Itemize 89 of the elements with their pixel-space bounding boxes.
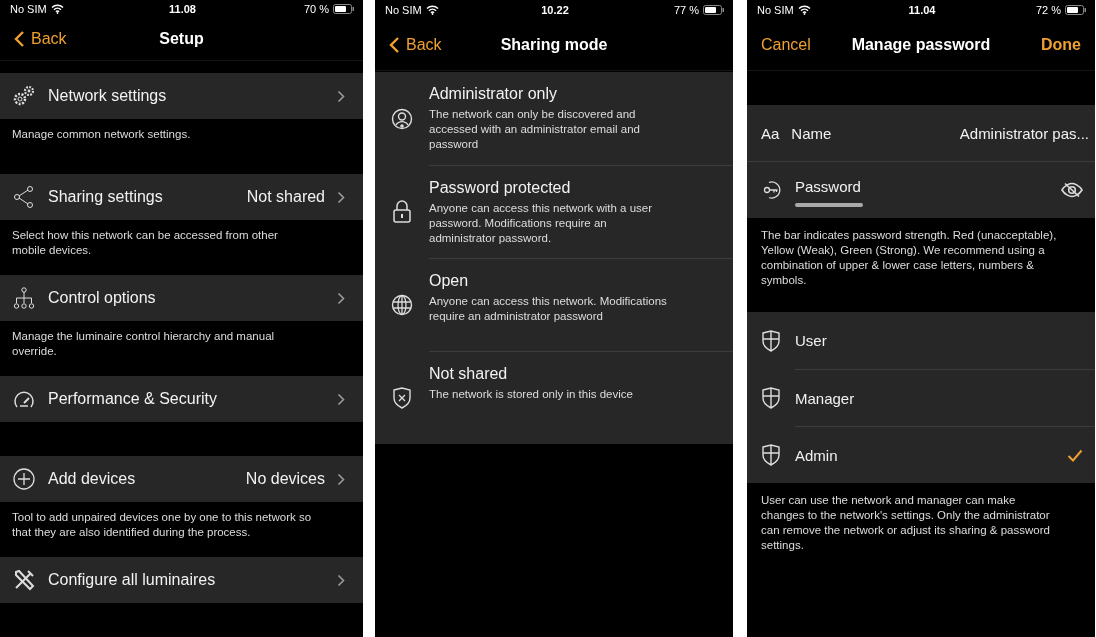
role-option[interactable]: Admin bbox=[747, 426, 1095, 483]
row-title: Network settings bbox=[48, 87, 168, 105]
settings-row[interactable]: Control options bbox=[0, 275, 363, 321]
settings-row[interactable]: Performance & Security bbox=[0, 376, 363, 422]
screen-title: Sharing mode bbox=[500, 36, 608, 54]
battery-icon bbox=[703, 5, 725, 15]
strength-bar bbox=[795, 202, 863, 207]
sharing-option[interactable]: Password protected Anyone can access this network with a user password. Modifications require an administrator password. bbox=[375, 165, 733, 258]
carrier-label: No SIM bbox=[385, 4, 422, 16]
strength-note: The bar indicates password strength. Red (unacceptable), Yellow (Weak), Green (Strong). We recommend using a combination of upper & lower case letters, numbers & symbols. bbox=[760, 228, 1058, 288]
option-description: The network is stored only in this device bbox=[429, 387, 634, 402]
row-value: Not shared bbox=[246, 188, 325, 206]
chevron-right-icon bbox=[337, 392, 345, 406]
carrier-label: No SIM bbox=[757, 4, 794, 16]
clock-time: 10.22 bbox=[541, 4, 569, 16]
wifi-icon bbox=[50, 3, 64, 14]
done-button[interactable]: Done bbox=[1005, 36, 1085, 54]
chevron-left-icon bbox=[14, 29, 25, 48]
cancel-button[interactable]: Cancel bbox=[757, 36, 837, 54]
share-icon bbox=[12, 185, 36, 209]
role-label: Manager bbox=[795, 389, 855, 407]
option-description: Anyone can access this network with a user password. Modifications require an administrator password. bbox=[429, 201, 654, 246]
battery-percent: 77 % bbox=[673, 4, 699, 16]
screen-title: Setup bbox=[159, 29, 204, 48]
row-title: Performance & Security bbox=[48, 390, 218, 408]
option-title: Administrator only bbox=[429, 85, 559, 103]
chevron-right-icon bbox=[337, 89, 345, 103]
shield-icon bbox=[761, 443, 781, 466]
row-description: Tool to add unpaired devices one by one to this network so that they are also identified during the process. bbox=[12, 510, 312, 540]
chevron-right-icon bbox=[337, 291, 345, 305]
shield-icon bbox=[761, 386, 781, 409]
role-label: Admin bbox=[795, 446, 838, 464]
wifi-icon bbox=[425, 5, 439, 15]
sharing-option[interactable]: Administrator only The network can only be discovered and accessed with an administrator email and password bbox=[375, 72, 733, 165]
row-title: Sharing settings bbox=[48, 188, 164, 206]
sharing-option[interactable]: Open Anyone can access this network. Modifications require an administrator password bbox=[375, 258, 733, 351]
settings-row[interactable]: Sharing settings Not shared bbox=[0, 174, 363, 220]
back-button[interactable]: Back bbox=[10, 29, 90, 48]
user-circle-icon bbox=[391, 107, 413, 130]
globe-icon bbox=[391, 293, 413, 316]
field-label: Password bbox=[795, 177, 862, 195]
clock-time: 11.08 bbox=[169, 2, 196, 15]
clock-time: 11.04 bbox=[908, 4, 936, 16]
plus-circle-icon bbox=[12, 467, 36, 491]
text-format-label: Aa bbox=[761, 124, 780, 142]
sharing-option[interactable]: Not shared The network is stored only in this device bbox=[375, 351, 733, 444]
shield-cross-icon bbox=[392, 386, 412, 409]
padlock-icon bbox=[392, 199, 412, 224]
screen-title: Manage password bbox=[851, 36, 991, 54]
field-value: Administrator pas... bbox=[959, 124, 1089, 142]
row-description: Select how this network can be accessed from other mobile devices. bbox=[12, 228, 279, 258]
battery-icon bbox=[333, 3, 355, 14]
option-title: Not shared bbox=[429, 365, 509, 383]
hierarchy-icon bbox=[12, 286, 36, 310]
settings-row[interactable]: Network settings bbox=[0, 73, 363, 119]
carrier-label: No SIM bbox=[10, 2, 47, 15]
row-value: No devices bbox=[245, 470, 325, 488]
settings-row[interactable]: Configure all luminaires bbox=[0, 557, 363, 603]
role-option[interactable]: Manager bbox=[747, 369, 1095, 426]
roles-note: User can use the network and manager can make changes to the network's settings. Only the administrator can remove the network or adjust its sharing & password settings. bbox=[760, 493, 1051, 553]
row-title: Configure all luminaires bbox=[48, 571, 217, 589]
name-field[interactable]: Aa Name Administrator pas... bbox=[747, 105, 1095, 161]
battery-icon bbox=[1065, 5, 1087, 15]
row-title: Add devices bbox=[48, 470, 137, 488]
gears-icon bbox=[12, 84, 36, 108]
option-description: The network can only be discovered and accessed with an administrator email and password bbox=[429, 107, 641, 152]
option-description: Anyone can access this network. Modifications require an administrator password bbox=[429, 294, 668, 324]
password-field[interactable]: Password bbox=[747, 161, 1095, 218]
eye-slash-icon[interactable] bbox=[1061, 182, 1083, 198]
back-button[interactable]: Back bbox=[385, 36, 465, 54]
key-icon bbox=[761, 179, 783, 201]
row-description: Manage common network settings. bbox=[12, 127, 192, 142]
chevron-right-icon bbox=[337, 573, 345, 587]
field-label: Name bbox=[791, 124, 832, 142]
chevron-left-icon bbox=[389, 36, 400, 54]
battery-percent: 70 % bbox=[303, 2, 329, 15]
option-title: Password protected bbox=[429, 179, 572, 197]
chevron-right-icon bbox=[337, 472, 345, 486]
row-title: Control options bbox=[48, 289, 157, 307]
settings-row[interactable]: Add devices No devices bbox=[0, 456, 363, 502]
tools-icon bbox=[12, 568, 36, 592]
row-description: Manage the luminaire control hierarchy and manual override. bbox=[12, 329, 276, 359]
option-title: Open bbox=[429, 272, 470, 290]
shield-icon bbox=[761, 329, 781, 352]
role-option[interactable]: User bbox=[747, 312, 1095, 369]
battery-percent: 72 % bbox=[1035, 4, 1061, 16]
role-label: User bbox=[795, 332, 827, 349]
chevron-right-icon bbox=[337, 190, 345, 204]
wifi-icon bbox=[797, 5, 811, 15]
